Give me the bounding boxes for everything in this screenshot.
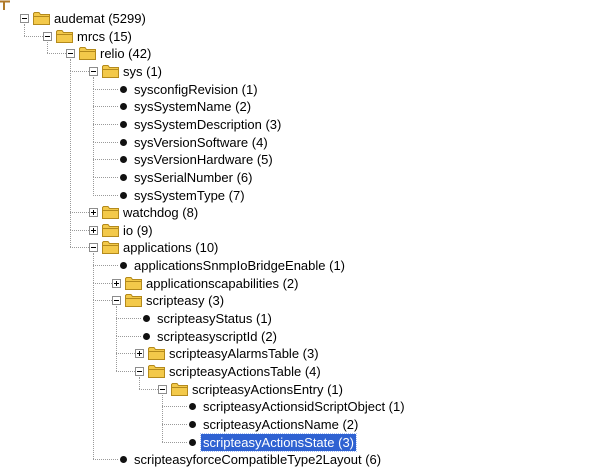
leaf-node-icon: [189, 438, 196, 446]
tree-node-label: sys (1): [123, 63, 162, 79]
leaf-node-icon: [120, 191, 127, 199]
leaf-node-icon: [120, 156, 127, 164]
collapse-toggle-icon[interactable]: [135, 367, 144, 376]
folder-open-icon: [56, 29, 73, 43]
expand-toggle-icon[interactable]: [89, 225, 98, 235]
tree-node-sys-system-type[interactable]: sysSystemType (7): [0, 187, 590, 204]
tree-node-label: applicationsSnmpIoBridgeEnable (1): [134, 258, 346, 274]
tree-node-relio[interactable]: relio (42): [0, 45, 590, 62]
tree-node-scripteasy-alarms-table[interactable]: scripteasyAlarmsTable (3): [0, 345, 590, 362]
tree-node-scripteasy-status[interactable]: scripteasyStatus (1): [0, 310, 590, 327]
folder-icon: [148, 347, 165, 361]
folder-open-icon: [148, 365, 165, 378]
folder-icon: [102, 223, 119, 237]
tree-node-label: scripteasyscriptId (2): [157, 328, 277, 344]
folder-open-icon: [102, 241, 119, 255]
tree-node-sys-version-software[interactable]: sysVersionSoftware (4): [0, 134, 590, 151]
folder-open-icon: [79, 47, 96, 61]
tree-node-sys-version-hardware[interactable]: sysVersionHardware (5): [0, 151, 590, 168]
folder-open-icon: [33, 12, 50, 25]
folder-open-icon: [171, 382, 188, 396]
tree-node-scripteasy-actions-table[interactable]: scripteasyActionsTable (4): [0, 363, 590, 380]
leaf-node-icon: [120, 138, 127, 146]
tree-node-label: sysconfigRevision (1): [134, 81, 258, 97]
tree-node-sys-system-name[interactable]: sysSystemName (2): [0, 98, 590, 115]
folder-open-icon: [125, 294, 142, 308]
leaf-node-icon: [120, 262, 127, 270]
expand-toggle-icon[interactable]: [112, 278, 121, 288]
collapse-toggle-icon[interactable]: [158, 384, 167, 394]
tree-node-scripteasy-actions-name[interactable]: scripteasyActionsName (2): [0, 416, 590, 433]
collapse-toggle-icon[interactable]: [66, 49, 75, 59]
tree-node-watchdog[interactable]: watchdog (8): [0, 204, 590, 221]
leaf-node-icon: [120, 103, 127, 111]
tree-node-label: watchdog (8): [123, 205, 199, 221]
expand-toggle-icon[interactable]: [89, 208, 98, 218]
tree-node-sys-system-description[interactable]: sysSystemDescription (3): [0, 116, 590, 133]
leaf-node-icon: [120, 173, 127, 181]
collapse-toggle-icon[interactable]: [89, 66, 98, 76]
expand-toggle-icon[interactable]: [135, 349, 144, 359]
tree-node-sysconfig-revision[interactable]: sysconfigRevision (1): [0, 81, 590, 98]
selected-node-label: scripteasyActionsState (3): [199, 432, 358, 452]
tree-node-applicationscapabilities[interactable]: applicationscapabilities (2): [0, 275, 590, 292]
collapse-toggle-icon[interactable]: [112, 296, 121, 306]
root-stub-icon: [0, 0, 10, 10]
folder-icon: [125, 276, 142, 290]
tree-node-label: scripteasy (3): [146, 293, 225, 309]
tree-node-scripteasy-actionsid-script-object[interactable]: scripteasyActionsidScriptObject (1): [0, 398, 590, 415]
leaf-node-icon: [120, 85, 127, 93]
tree-node-sys-serial-number[interactable]: sysSerialNumber (6): [0, 169, 590, 186]
mib-tree: audemat (5299) mrcs (15) relio (42) sys (1)…: [0, 0, 590, 472]
tree-node-label: relio (42): [100, 46, 152, 62]
leaf-node-icon: [143, 332, 150, 340]
tree-node-label: mrcs (15): [77, 28, 132, 44]
leaf-node-icon: [120, 120, 127, 128]
folder-icon: [102, 206, 119, 220]
tree-node-audemat[interactable]: audemat (5299): [0, 10, 590, 27]
tree-node-label: io (9): [123, 222, 153, 238]
tree-node-label: sysVersionHardware (5): [134, 152, 273, 168]
tree-node-label: audemat (5299): [54, 11, 146, 26]
leaf-node-icon: [189, 420, 196, 428]
tree-node-label: applications (10): [123, 240, 219, 256]
tree-node-scripteasy[interactable]: scripteasy (3): [0, 292, 590, 309]
tree-node-label: sysSerialNumber (6): [134, 169, 253, 185]
tree-node-label: sysSystemDescription (3): [134, 116, 282, 132]
leaf-node-icon: [143, 315, 150, 323]
tree-node-label: scripteasyActionsTable (4): [169, 364, 321, 379]
tree-node-label: scripteasyActionsName (2): [203, 416, 359, 432]
folder-open-icon: [102, 64, 119, 78]
leaf-node-icon: [189, 403, 196, 411]
tree-node-applications-snmp-io-bridge-enable[interactable]: applicationsSnmpIoBridgeEnable (1): [0, 257, 590, 274]
tree-node-applications[interactable]: applications (10): [0, 239, 590, 256]
tree-node-label: sysVersionSoftware (4): [134, 134, 268, 150]
tree-node-label: applicationscapabilities (2): [146, 275, 299, 291]
tree-node-mrcs[interactable]: mrcs (15): [0, 28, 590, 45]
tree-node-scripteasyscript-id[interactable]: scripteasyscriptId (2): [0, 328, 590, 345]
tree-node-scripteasy-actions-state[interactable]: scripteasyActionsState (3): [0, 432, 590, 452]
collapse-toggle-icon[interactable]: [20, 14, 29, 23]
tree-node-label: scripteasyforceCompatibleType2Layout (6): [134, 452, 382, 468]
tree-node-label: scripteasyStatus (1): [157, 311, 272, 327]
tree-node-label: scripteasyActionsidScriptObject (1): [203, 399, 405, 415]
tree-node-sys[interactable]: sys (1): [0, 63, 590, 80]
collapse-toggle-icon[interactable]: [43, 31, 52, 41]
tree-node-scripteasyforce-compatible-type2-layout[interactable]: scripteasyforceCompatibleType2Layout (6): [0, 451, 590, 468]
tree-node-scripteasy-actions-entry[interactable]: scripteasyActionsEntry (1): [0, 381, 590, 398]
tree-node-label: scripteasyActionsEntry (1): [192, 381, 343, 397]
tree-node-label: sysSystemType (7): [134, 187, 245, 203]
leaf-node-icon: [120, 456, 127, 464]
tree-node-io[interactable]: io (9): [0, 222, 590, 239]
tree-node-label: sysSystemName (2): [134, 99, 252, 115]
tree-node-label: scripteasyAlarmsTable (3): [169, 346, 319, 362]
collapse-toggle-icon[interactable]: [89, 243, 98, 253]
